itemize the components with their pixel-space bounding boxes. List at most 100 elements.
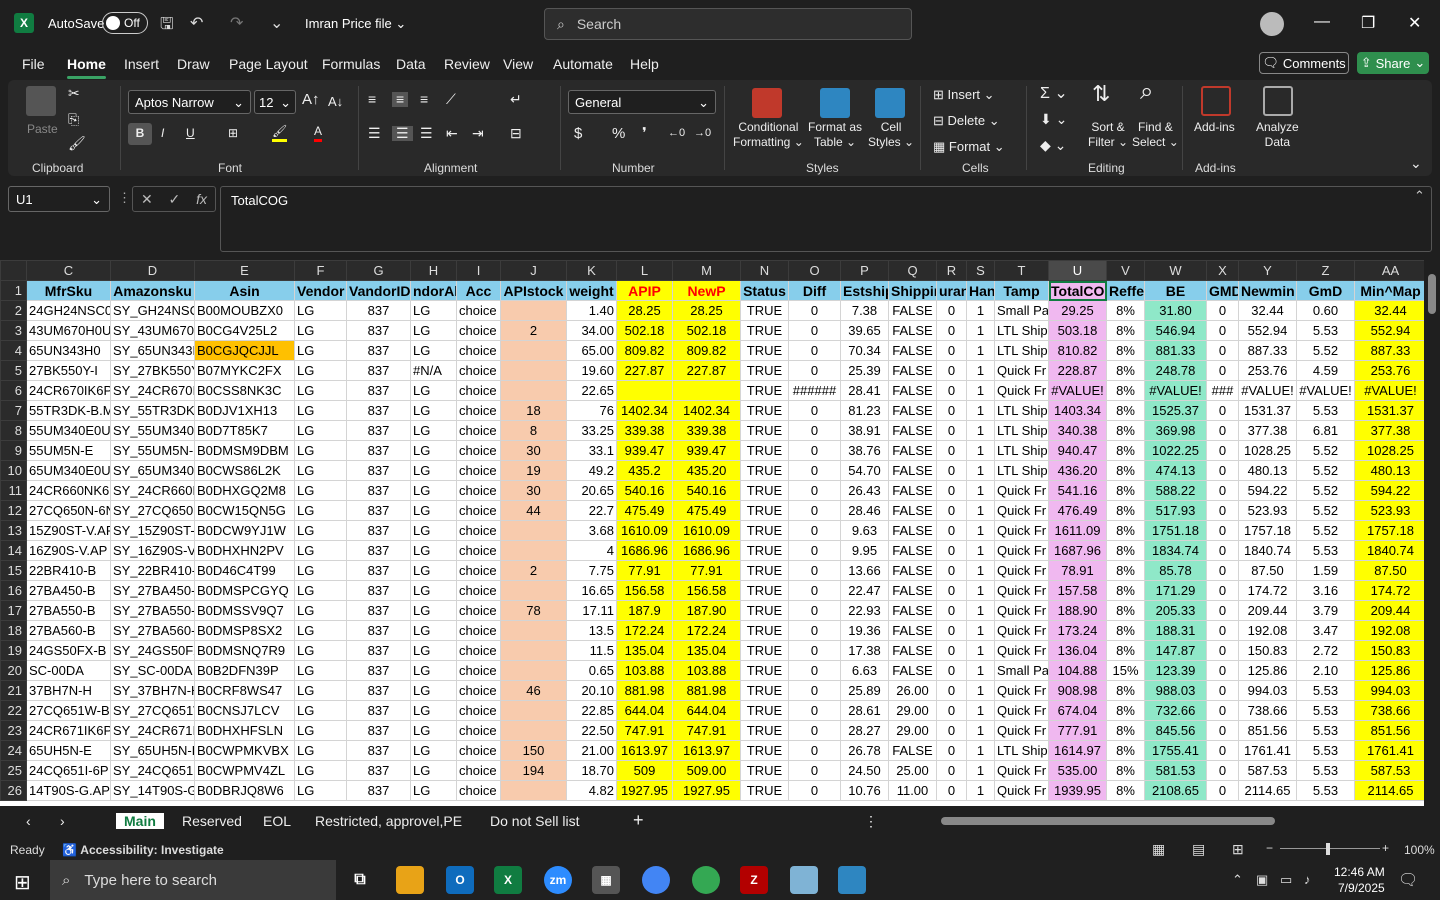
cell[interactable]: 0 — [788, 560, 841, 581]
cell[interactable]: FALSE — [888, 560, 937, 581]
cell[interactable]: 0 — [936, 520, 967, 541]
cell[interactable]: 9.95 — [840, 540, 889, 561]
cell[interactable]: 502.18 — [672, 320, 741, 341]
cell[interactable]: 24.50 — [840, 760, 889, 781]
merge-center-icon[interactable]: ⊟ — [510, 126, 522, 141]
align-middle-icon[interactable]: ≡ — [392, 92, 409, 107]
cell[interactable]: 837 — [346, 380, 411, 401]
cell[interactable]: LG — [410, 420, 457, 441]
cell[interactable]: 7.38 — [840, 300, 889, 321]
cell[interactable]: 908.98 — [1048, 680, 1107, 701]
cell[interactable]: 552.94 — [1354, 320, 1424, 341]
row-header[interactable]: 19 — [0, 640, 27, 661]
cell[interactable]: 837 — [346, 600, 411, 621]
header-cell[interactable]: Han — [966, 280, 995, 301]
cell[interactable]: 2114.65 — [1238, 780, 1297, 801]
row-header[interactable]: 6 — [0, 380, 27, 401]
tab-options-icon[interactable]: ⋮ — [864, 813, 878, 830]
zoom-slider[interactable] — [1280, 848, 1380, 849]
cell[interactable]: 38.91 — [840, 420, 889, 441]
cell[interactable]: #VALUE! — [1296, 380, 1355, 401]
cell[interactable]: 540.16 — [616, 480, 673, 501]
cell[interactable]: SY_14T90S-G. — [110, 780, 195, 801]
cell[interactable]: choice — [456, 560, 501, 581]
cell[interactable]: 76 — [566, 400, 617, 421]
cell[interactable]: 174.72 — [1354, 580, 1424, 601]
cell[interactable]: 837 — [346, 420, 411, 441]
header-cell[interactable]: Vendor — [294, 280, 347, 301]
cell[interactable]: 777.91 — [1048, 720, 1107, 741]
cell[interactable]: 5.53 — [1296, 700, 1355, 721]
cell[interactable]: 187.9 — [616, 600, 673, 621]
cell[interactable]: FALSE — [888, 460, 937, 481]
cell[interactable]: SY_55UM5N-E — [110, 440, 195, 461]
autosave-toggle[interactable]: Off — [102, 12, 148, 34]
column-header[interactable]: I — [456, 260, 501, 281]
cell[interactable]: 1840.74 — [1238, 540, 1297, 561]
cell[interactable]: SY_24CR671IK — [110, 720, 195, 741]
percent-icon[interactable]: % — [612, 126, 625, 141]
cell[interactable]: 5.52 — [1296, 440, 1355, 461]
cell[interactable]: B07MYKC2FX — [194, 360, 295, 381]
cell[interactable]: 8% — [1106, 420, 1145, 441]
bold-icon[interactable]: B — [128, 123, 152, 145]
cell[interactable]: B0CWS86L2K — [194, 460, 295, 481]
cell[interactable]: 887.33 — [1354, 340, 1424, 361]
cell[interactable]: LTL Ship — [994, 400, 1049, 421]
cell[interactable]: 8% — [1106, 440, 1145, 461]
cell[interactable]: LG — [410, 500, 457, 521]
cell[interactable]: Quick Fr — [994, 700, 1049, 721]
horizontal-scroll-thumb[interactable] — [941, 817, 1275, 825]
cell[interactable]: 0 — [1206, 340, 1239, 361]
cell[interactable]: 2.10 — [1296, 660, 1355, 681]
cell[interactable]: 28.25 — [616, 300, 673, 321]
cell[interactable]: 29.00 — [888, 720, 937, 741]
cell[interactable]: 22.50 — [566, 720, 617, 741]
cell[interactable]: choice — [456, 680, 501, 701]
cell[interactable]: 1939.95 — [1048, 780, 1107, 801]
cell[interactable]: 22BR410-B — [26, 560, 111, 581]
avatar[interactable] — [1260, 12, 1284, 36]
menu-automate[interactable]: Automate — [553, 56, 613, 72]
tab-reserved[interactable]: Reserved — [182, 813, 242, 829]
cell[interactable]: LG — [294, 520, 347, 541]
cell[interactable]: 8% — [1106, 400, 1145, 421]
cell[interactable]: SY_SC-00DA — [110, 660, 195, 681]
cell[interactable]: 377.38 — [1354, 420, 1424, 441]
cell[interactable]: 994.03 — [1238, 680, 1297, 701]
cell[interactable]: 0 — [1206, 740, 1239, 761]
cell[interactable]: 25.89 — [840, 680, 889, 701]
cell[interactable]: 837 — [346, 560, 411, 581]
cell[interactable] — [500, 700, 567, 721]
cell[interactable]: SY_15Z90ST-V — [110, 520, 195, 541]
cell[interactable]: 248.78 — [1144, 360, 1207, 381]
cell[interactable]: LG — [294, 580, 347, 601]
header-cell[interactable]: GMD — [1206, 280, 1239, 301]
cell[interactable]: 1028.25 — [1354, 440, 1424, 461]
cell[interactable]: LG — [410, 320, 457, 341]
cell[interactable]: choice — [456, 400, 501, 421]
tab-prev-icon[interactable]: ‹ — [26, 813, 31, 829]
cell[interactable]: 26.00 — [888, 680, 937, 701]
cell[interactable]: choice — [456, 320, 501, 341]
cell[interactable]: TRUE — [740, 460, 789, 481]
cell[interactable]: 0 — [936, 440, 967, 461]
cell[interactable]: SY_16Z90S-V. — [110, 540, 195, 561]
cell[interactable]: LG — [294, 340, 347, 361]
cell[interactable]: choice — [456, 520, 501, 541]
cell[interactable]: 0 — [936, 620, 967, 641]
file-explorer-icon[interactable] — [396, 866, 424, 894]
cell[interactable]: SY_27BA450-B — [110, 580, 195, 601]
column-header[interactable]: Z — [1296, 260, 1355, 281]
cell[interactable]: 26.43 — [840, 480, 889, 501]
cell[interactable]: 5.53 — [1296, 740, 1355, 761]
cell[interactable]: SY_GH24NSC0R — [110, 300, 195, 321]
cell[interactable]: 0 — [1206, 360, 1239, 381]
cell[interactable]: TRUE — [740, 600, 789, 621]
cell[interactable]: SY_27BK550Y — [110, 360, 195, 381]
cell[interactable]: SY_24CR670IK — [110, 380, 195, 401]
cell[interactable]: #VALUE! — [1238, 380, 1297, 401]
conditional-formatting-button[interactable]: Conditional Formatting ⌄ — [733, 120, 804, 150]
cell[interactable]: #VALUE! — [1048, 380, 1107, 401]
fill-color-icon[interactable]: 🖌 — [272, 124, 288, 142]
